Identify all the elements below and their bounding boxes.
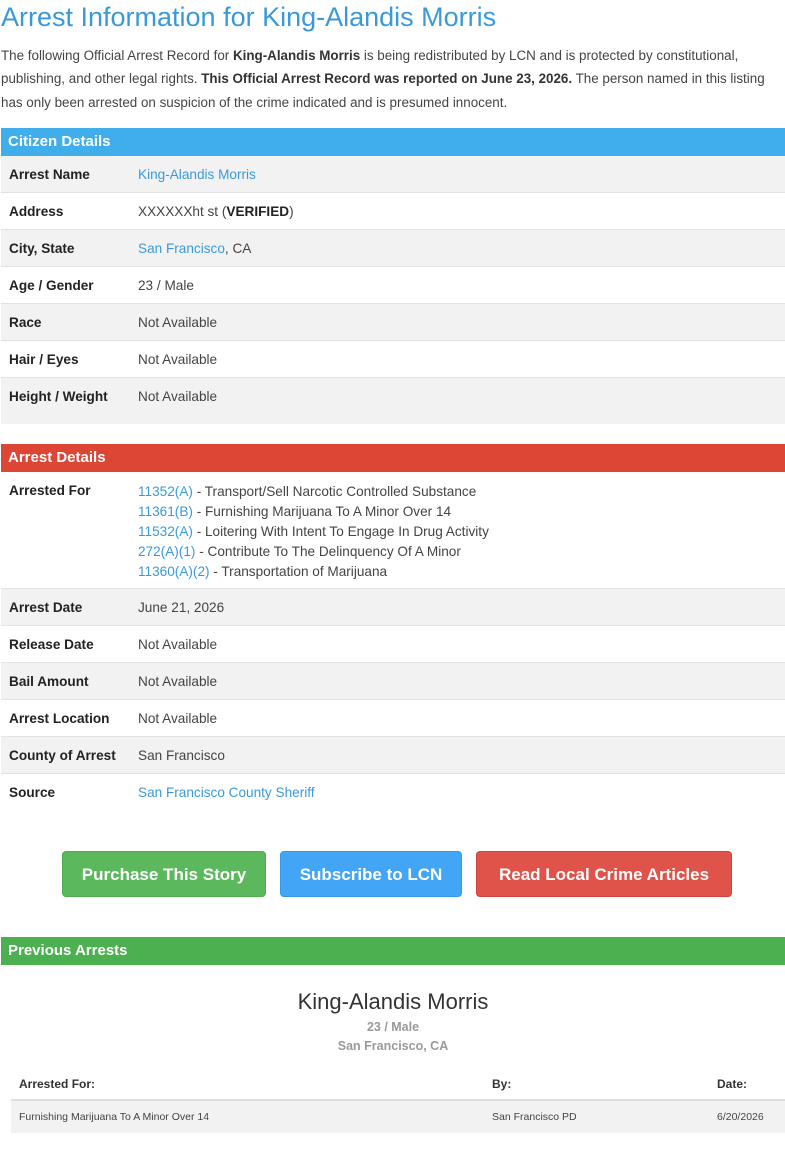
col-by: By: <box>492 1077 512 1091</box>
charge-desc: - Transport/Sell Narcotic Controlled Sub… <box>192 484 477 499</box>
cell-arrested-for: Furnishing Marijuana To A Minor Over 14 <box>19 1111 210 1123</box>
charge-desc: - Transportation of Marijuana <box>209 564 388 579</box>
height-weight-value: Not Available <box>138 389 218 404</box>
charges-list: 11352(A) - Transport/Sell Narcotic Contr… <box>131 472 785 582</box>
label-arrest-name: Arrest Name <box>9 166 90 182</box>
arrest-details-header: Arrest Details <box>1 444 785 472</box>
label-height-weight: Height / Weight <box>9 389 108 404</box>
previous-arrests-header: Previous Arrests <box>1 937 785 965</box>
intro-reported: This Official Arrest Record was reported… <box>201 71 573 87</box>
label-age-gender: Age / Gender <box>9 277 94 293</box>
previous-arrest-card: King-Alandis Morris 23 / Male San Franci… <box>1 965 785 1160</box>
previous-arrest-name: King-Alandis Morris <box>297 989 489 1014</box>
row-arrest-location: Arrest Location Not Available <box>1 700 785 737</box>
charge-item: 11532(A) - Loitering With Intent To Enga… <box>138 522 785 542</box>
citizen-details-header: Citizen Details <box>1 128 785 156</box>
row-race: Race Not Available <box>1 304 785 341</box>
label-source: Source <box>9 785 56 800</box>
address-close: ) <box>289 203 294 219</box>
row-height-weight: Height / Weight Not Available <box>1 378 785 424</box>
label-hair-eyes: Hair / Eyes <box>9 351 79 367</box>
label-city-state: City, State <box>9 240 75 256</box>
citizen-details-table: Arrest Name King-Alandis Morris Address … <box>1 156 785 424</box>
address-value: XXXXXXht st (VERIFIED) <box>131 204 785 219</box>
charge-item: 272(A)(1) - Contribute To The Delinquenc… <box>138 542 785 562</box>
verified-badge: VERIFIED <box>226 203 290 219</box>
arrest-details-table: Arrested For 11352(A) - Transport/Sell N… <box>1 472 785 811</box>
arrest-location-value: Not Available <box>138 710 218 726</box>
label-arrest-date: Arrest Date <box>9 599 83 615</box>
previous-location: San Francisco, CA <box>337 1039 449 1053</box>
charge-desc: - Furnishing Marijuana To A Minor Over 1… <box>192 504 452 519</box>
arrest-date-value: June 21, 2026 <box>138 599 225 615</box>
label-county: County of Arrest <box>9 747 116 763</box>
page-title: Arrest Information for King-Alandis Morr… <box>1 2 497 32</box>
address-text: XXXXXXht st ( <box>138 203 227 219</box>
charge-code-link[interactable]: 272(A)(1) <box>138 544 195 559</box>
charge-desc: - Contribute To The Delinquency Of A Min… <box>195 544 461 559</box>
age-gender-value: 23 / Male <box>138 277 194 293</box>
state-text: , CA <box>224 240 252 256</box>
intro-text-1: The following Official Arrest Record for <box>1 48 233 63</box>
label-release-date: Release Date <box>9 636 94 652</box>
charge-item: 11361(B) - Furnishing Marijuana To A Min… <box>138 502 785 522</box>
county-value: San Francisco <box>138 747 225 763</box>
charge-item: 11360(A)(2) - Transportation of Marijuan… <box>138 562 785 582</box>
label-arrest-location: Arrest Location <box>9 710 110 726</box>
source-link[interactable]: San Francisco County Sheriff <box>138 785 315 800</box>
row-source: Source San Francisco County Sheriff <box>1 774 785 811</box>
label-arrested-for: Arrested For <box>9 483 91 498</box>
col-date: Date: <box>717 1077 748 1091</box>
hair-eyes-value: Not Available <box>138 351 218 367</box>
intro-name: King-Alandis Morris <box>232 48 361 63</box>
row-arrest-date: Arrest Date June 21, 2026 <box>1 589 785 626</box>
row-county: County of Arrest San Francisco <box>1 737 785 774</box>
charge-code-link[interactable]: 11361(B) <box>138 504 193 519</box>
subscribe-button[interactable]: Subscribe to LCN <box>280 851 462 897</box>
label-bail-amount: Bail Amount <box>9 673 89 689</box>
release-date-value: Not Available <box>138 636 218 652</box>
charge-code-link[interactable]: 11532(A) <box>138 524 193 539</box>
city-state-value: San Francisco, CA <box>131 241 785 256</box>
city-link[interactable]: San Francisco <box>138 241 225 256</box>
charge-item: 11352(A) - Transport/Sell Narcotic Contr… <box>138 482 785 502</box>
previous-age-gender: 23 / Male <box>366 1020 420 1034</box>
previous-arrests-table: Arrested For: By: Date: Furnishing Marij… <box>11 1069 785 1133</box>
label-race: Race <box>9 314 42 330</box>
row-bail-amount: Bail Amount Not Available <box>1 663 785 700</box>
charge-code-link[interactable]: 11352(A) <box>138 484 193 499</box>
bail-amount-value: Not Available <box>138 673 218 689</box>
purchase-story-button[interactable]: Purchase This Story <box>62 851 266 897</box>
cell-by: San Francisco PD <box>492 1111 577 1123</box>
read-articles-button[interactable]: Read Local Crime Articles <box>476 851 732 897</box>
row-city-state: City, State San Francisco, CA <box>1 230 785 267</box>
intro-paragraph: The following Official Arrest Record for… <box>1 44 783 114</box>
table-row: Furnishing Marijuana To A Minor Over 14 … <box>11 1101 785 1133</box>
cell-date: 6/20/2026 <box>717 1111 764 1123</box>
arrest-name-link[interactable]: King-Alandis Morris <box>138 167 256 182</box>
col-arrested-for: Arrested For: <box>19 1077 96 1091</box>
charge-desc: - Loitering With Intent To Engage In Dru… <box>192 524 489 539</box>
label-address: Address <box>9 203 64 219</box>
charge-code-link[interactable]: 11360(A)(2) <box>138 564 210 579</box>
row-release-date: Release Date Not Available <box>1 626 785 663</box>
table-header: Arrested For: By: Date: <box>11 1069 785 1101</box>
race-value: Not Available <box>138 314 218 330</box>
row-address: Address XXXXXXht st (VERIFIED) <box>1 193 785 230</box>
row-arrest-name: Arrest Name King-Alandis Morris <box>1 156 785 193</box>
row-hair-eyes: Hair / Eyes Not Available <box>1 341 785 378</box>
row-age-gender: Age / Gender 23 / Male <box>1 267 785 304</box>
row-arrested-for: Arrested For 11352(A) - Transport/Sell N… <box>1 472 785 589</box>
